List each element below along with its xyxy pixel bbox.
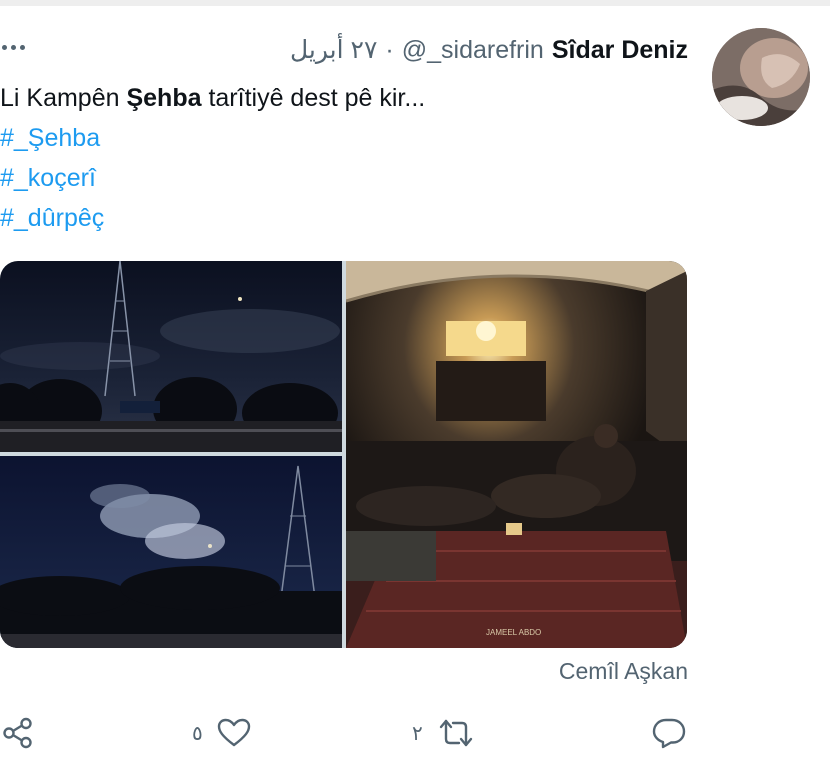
share-icon xyxy=(2,717,34,749)
hashtag-sehba[interactable]: #_Şehba xyxy=(0,118,700,158)
photo-watermark: JAMEEL ABDO xyxy=(486,628,541,637)
tweet-text-prefix: Li Kampên xyxy=(0,84,127,112)
more-options-icon[interactable] xyxy=(2,38,38,56)
tweet-text: Li Kampên Şehba tarîtiyê dest pê kir... … xyxy=(0,78,700,238)
hashtag-durpec[interactable]: #_dûrpêç xyxy=(0,198,700,238)
tweet-actions: ٥ ٢ xyxy=(0,708,830,758)
author-handle[interactable]: @_sidarefrin xyxy=(402,36,544,65)
tweet-text-bold: Şehba xyxy=(126,84,202,112)
like-count: ٥ xyxy=(192,722,203,745)
tweet-header: ٢٧ أبريل · @_sidarefrin Sîdar Deniz xyxy=(290,34,688,66)
hashtag-koceri[interactable]: #_koçerî xyxy=(0,158,700,198)
retweet-button[interactable]: ٢ xyxy=(412,708,475,758)
retweet-count: ٢ xyxy=(412,722,423,745)
share-button[interactable] xyxy=(2,708,34,758)
photo-credit[interactable]: Cemîl Aşkan xyxy=(559,658,688,685)
tweet-text-suffix: tarîtiyê dest pê kir... xyxy=(201,84,426,112)
reply-button[interactable] xyxy=(652,708,686,758)
tweet-body-line: Li Kampên Şehba tarîtiyê dest pê kir... xyxy=(0,78,700,118)
avatar[interactable] xyxy=(712,28,810,126)
photo-tent-interior[interactable]: JAMEEL ABDO xyxy=(346,261,687,648)
photo-night-camp[interactable] xyxy=(0,261,342,452)
heart-icon xyxy=(217,717,251,749)
tweet-date[interactable]: ٢٧ أبريل xyxy=(290,35,377,65)
top-divider xyxy=(0,0,830,6)
header-separator: · xyxy=(385,35,394,64)
like-button[interactable]: ٥ xyxy=(192,708,251,758)
author-name[interactable]: Sîdar Deniz xyxy=(552,36,688,65)
reply-icon xyxy=(652,717,686,749)
media-grid: JAMEEL ABDO xyxy=(0,261,687,648)
retweet-icon xyxy=(437,717,475,749)
photo-night-clouds[interactable] xyxy=(0,456,342,648)
